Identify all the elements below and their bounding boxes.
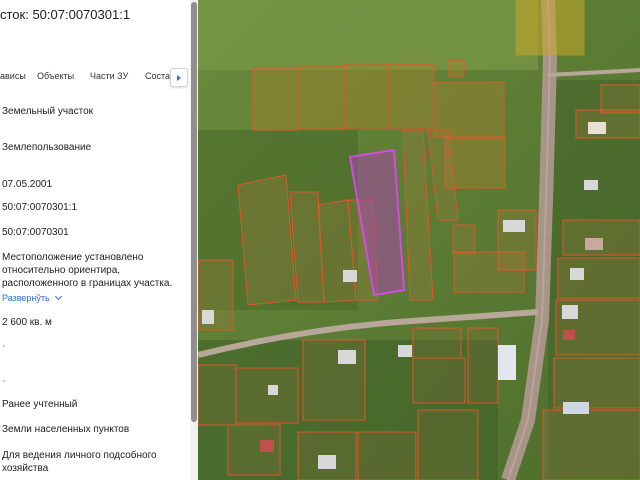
tab-objects[interactable]: Объекты (37, 71, 74, 81)
field-top (198, 0, 538, 70)
ownership-type: Землепользование (2, 142, 92, 153)
tab-notices[interactable]: ависы (0, 71, 26, 81)
scrollbar-thumb[interactable] (191, 2, 197, 422)
map-view[interactable] (198, 0, 640, 480)
parcel-highlight-top[interactable] (515, 0, 585, 56)
panel-scrollbar[interactable] (190, 0, 198, 480)
tab-bar: ависы Объекты Части ЗУ Соста (0, 68, 190, 88)
tab-composition[interactable]: Соста (145, 71, 170, 81)
registration-date: 07.05.2001 (2, 179, 53, 190)
expand-link[interactable]: Развернўть (2, 292, 62, 303)
cadastral-number: 50:07:0070301:1 (2, 202, 78, 213)
empty-value-2: - (2, 376, 6, 387)
chevron-right-icon (177, 74, 181, 81)
info-panel: сток: 50:07:0070301:1 ависы Объекты Част… (0, 0, 198, 480)
panel-title: сток: 50:07:0070301:1 (0, 7, 131, 22)
satellite-map (198, 0, 640, 480)
location-text: Местоположение установлено относительно … (2, 252, 173, 289)
status-value: Ранее учтенный (2, 399, 78, 410)
chevron-down-icon (54, 292, 62, 301)
object-type: Земельный участок (2, 106, 94, 117)
expand-link-label: Развернўть (2, 293, 50, 303)
empty-value-1: - (2, 341, 6, 352)
permitted-use: Для ведения личного подсобного хозяйства (2, 450, 157, 474)
tabs-next-button[interactable] (170, 68, 188, 87)
tab-parts[interactable]: Части ЗУ (90, 71, 128, 81)
area-value: 2 600 кв. м (2, 317, 52, 328)
quarter-number: 50:07:0070301 (2, 227, 69, 238)
land-category: Земли населенных пунктов (2, 424, 130, 435)
